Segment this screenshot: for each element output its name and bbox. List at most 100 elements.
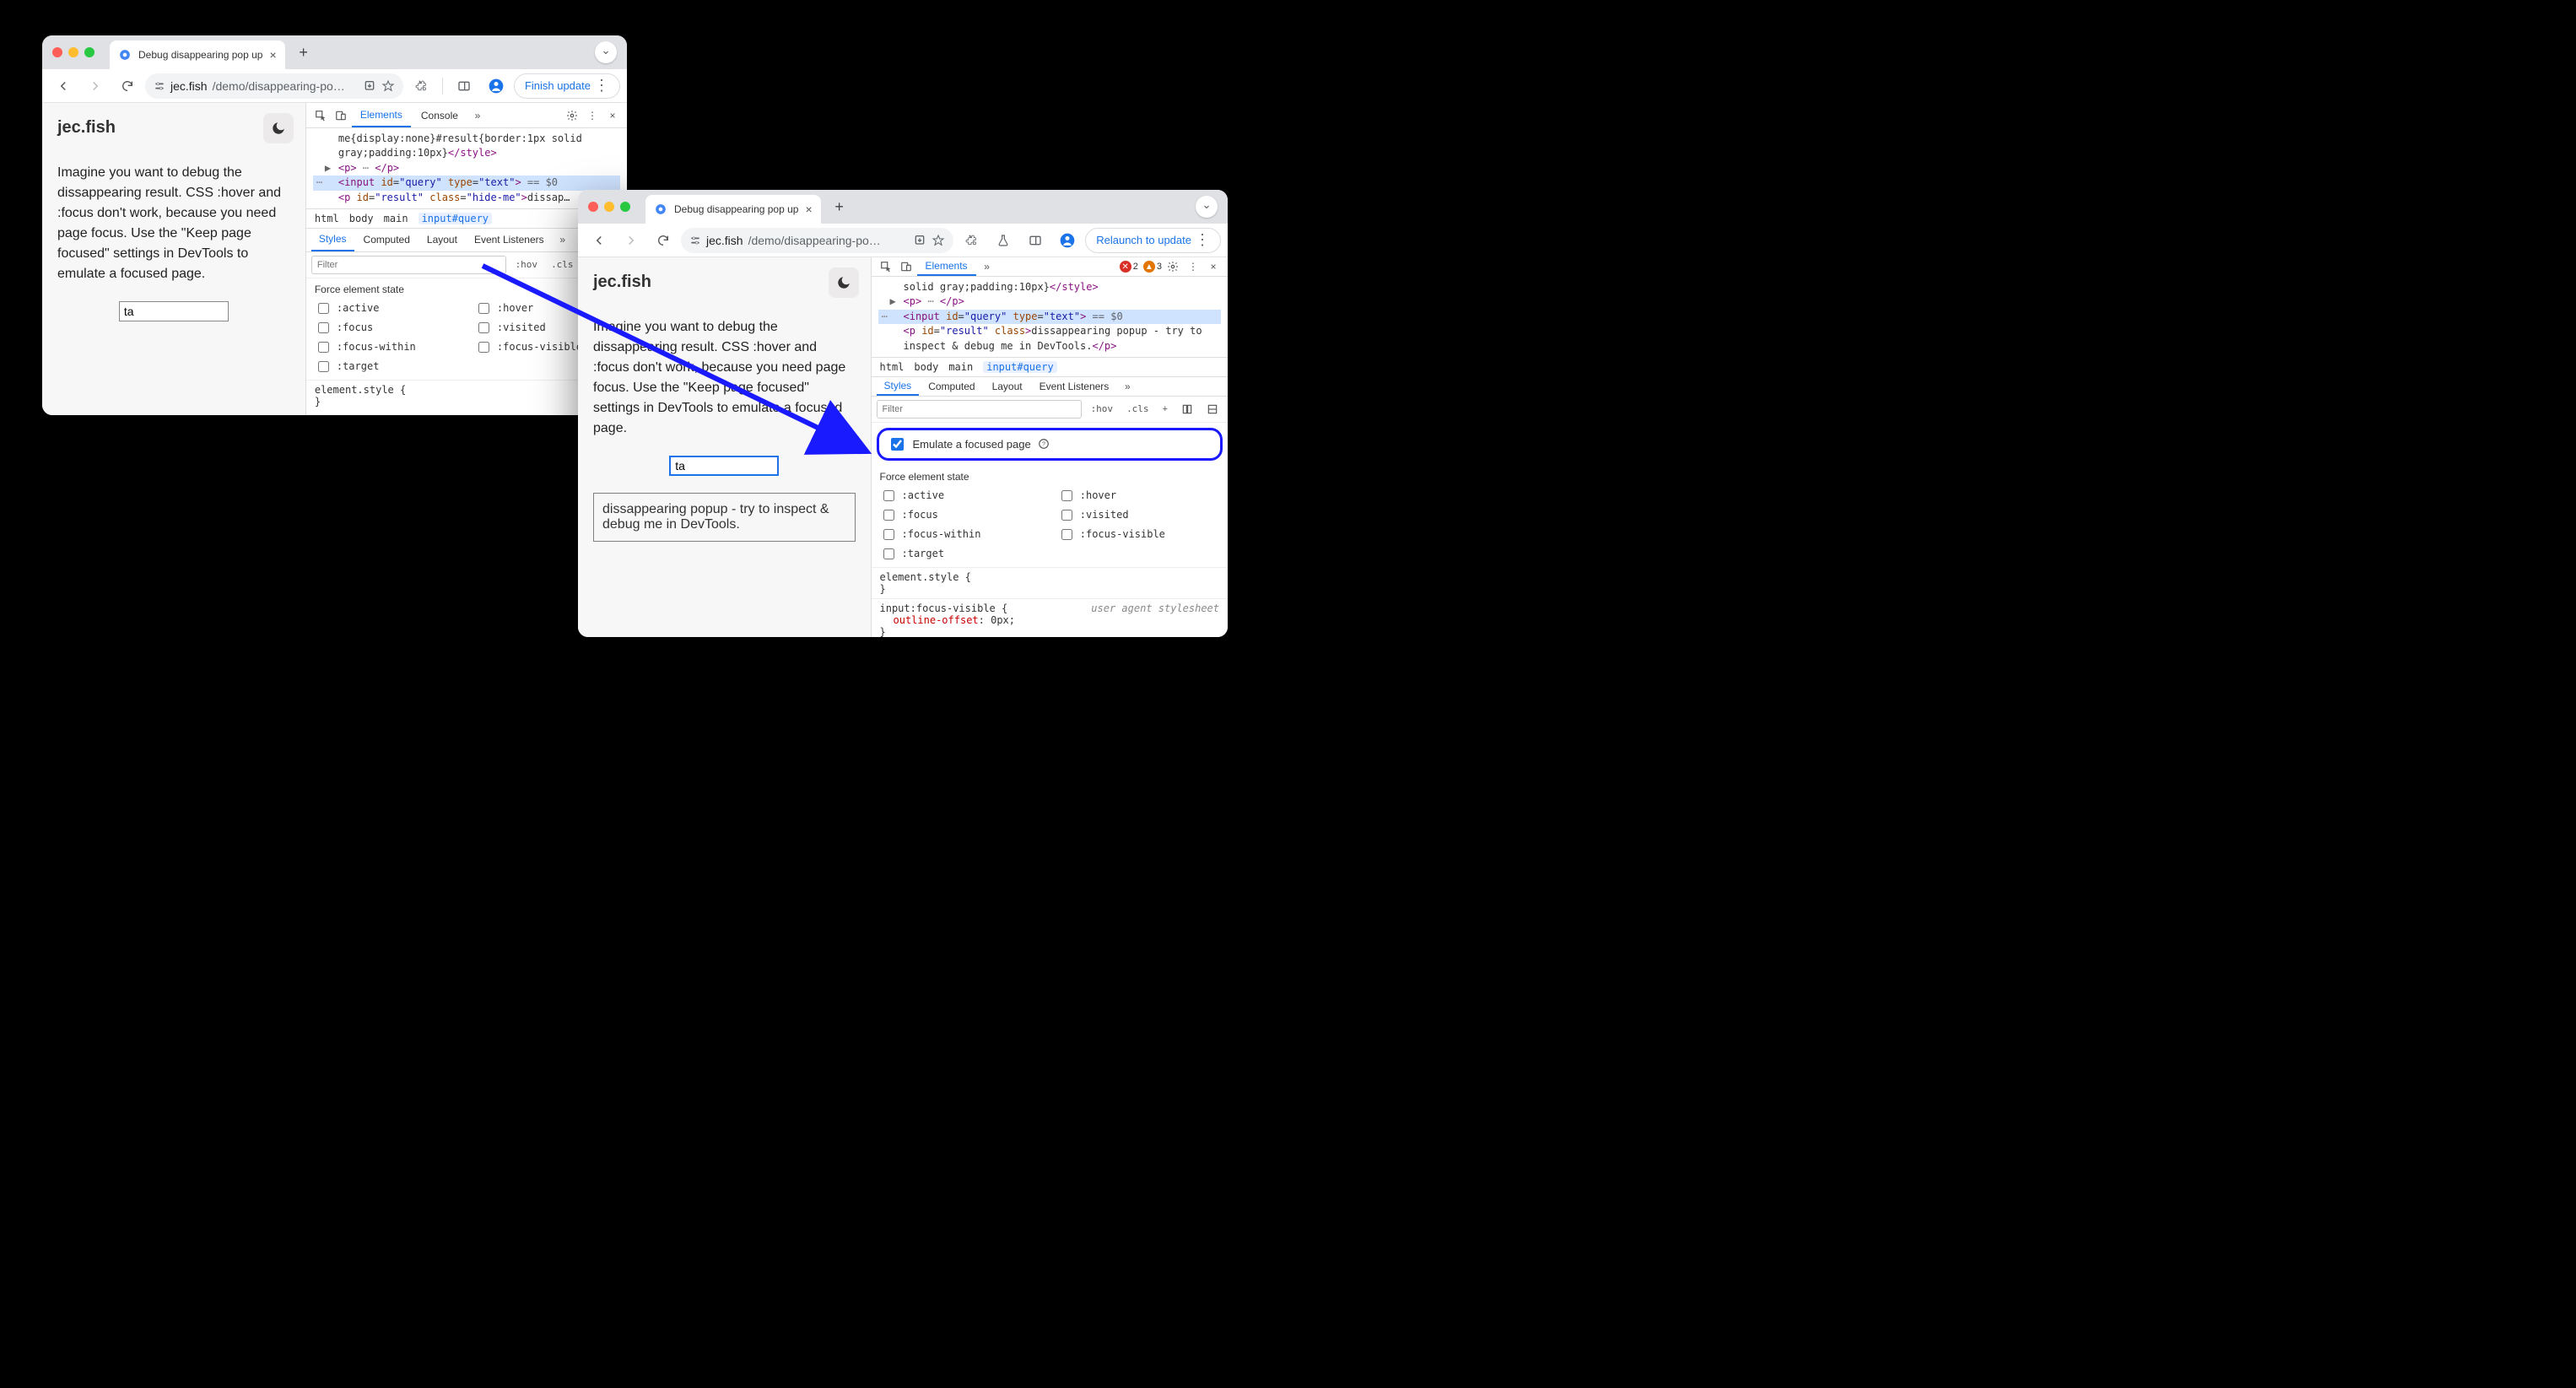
breadcrumb-item[interactable]: html xyxy=(880,361,905,373)
demo-query-input[interactable] xyxy=(669,456,779,476)
cls-button[interactable]: .cls xyxy=(547,257,578,272)
breadcrumb-item[interactable]: input#query xyxy=(983,361,1056,373)
force-state-item[interactable]: :focus-within xyxy=(315,339,458,355)
address-bar[interactable]: jec.fish/demo/disappearing-po… xyxy=(145,73,403,99)
eventlisteners-subtab[interactable]: Event Listeners xyxy=(1032,377,1117,396)
error-badge[interactable]: ✕2 xyxy=(1120,261,1138,273)
elements-tab[interactable]: Elements xyxy=(352,103,411,127)
maximize-window-icon[interactable] xyxy=(620,202,630,212)
maximize-window-icon[interactable] xyxy=(84,47,95,57)
styles-subtab[interactable]: Styles xyxy=(311,229,354,251)
breadcrumb-item[interactable]: html xyxy=(315,213,339,224)
new-tab-button[interactable]: + xyxy=(828,195,851,219)
browser-tab[interactable]: Debug disappearing pop up × xyxy=(110,41,285,69)
breadcrumb-item[interactable]: body xyxy=(349,213,374,224)
close-tab-icon[interactable]: × xyxy=(805,203,812,216)
sidepanel-icon[interactable] xyxy=(450,72,478,100)
settings-icon[interactable] xyxy=(1164,257,1182,276)
profile-icon[interactable] xyxy=(1053,226,1082,255)
device-toggle-icon[interactable] xyxy=(897,257,915,276)
hov-button[interactable]: :hov xyxy=(511,257,543,272)
computed-panel-icon[interactable] xyxy=(1177,402,1197,417)
sidepanel-icon[interactable] xyxy=(1021,226,1050,255)
reload-button[interactable] xyxy=(649,226,678,255)
more-tabs-icon[interactable]: » xyxy=(978,257,996,276)
force-state-item[interactable]: :active xyxy=(880,488,1041,504)
breadcrumb[interactable]: html body main input#query xyxy=(872,357,1229,377)
inspect-icon[interactable] xyxy=(877,257,895,276)
update-button[interactable]: Finish update ⋮ xyxy=(514,73,620,99)
force-state-item[interactable]: :focus-visible xyxy=(1058,527,1219,543)
extensions-icon[interactable] xyxy=(407,72,435,100)
address-bar[interactable]: jec.fish/demo/disappearing-po… xyxy=(681,228,953,253)
back-button[interactable] xyxy=(585,226,613,255)
bookmark-icon[interactable] xyxy=(932,234,945,247)
layout-subtab[interactable]: Layout xyxy=(985,377,1030,396)
more-subtabs-icon[interactable]: » xyxy=(554,230,572,249)
layout-subtab[interactable]: Layout xyxy=(419,229,465,251)
breadcrumb-item[interactable]: body xyxy=(914,361,938,373)
force-state-item[interactable]: :target xyxy=(315,359,458,375)
minimize-window-icon[interactable] xyxy=(68,47,78,57)
force-state-item[interactable]: :focus-within xyxy=(880,527,1041,543)
breadcrumb-item[interactable]: input#query xyxy=(419,213,492,224)
close-devtools-icon[interactable]: × xyxy=(603,106,622,125)
devtools-menu-icon[interactable]: ⋮ xyxy=(1184,257,1202,276)
bookmark-icon[interactable] xyxy=(381,79,395,93)
device-toggle-icon[interactable] xyxy=(332,106,350,125)
element-style-block[interactable]: element.style { } xyxy=(872,567,1229,598)
force-state-title: Force element state xyxy=(315,284,618,295)
cls-button[interactable]: .cls xyxy=(1122,402,1153,416)
minimize-window-icon[interactable] xyxy=(604,202,614,212)
inspect-icon[interactable] xyxy=(311,106,330,125)
hov-button[interactable]: :hov xyxy=(1087,402,1118,416)
close-window-icon[interactable] xyxy=(588,202,598,212)
install-icon[interactable] xyxy=(363,79,376,93)
eventlisteners-subtab[interactable]: Event Listeners xyxy=(467,229,552,251)
more-subtabs-icon[interactable]: » xyxy=(1118,377,1137,396)
demo-query-input[interactable] xyxy=(119,301,229,321)
darkmode-toggle[interactable] xyxy=(829,267,859,298)
tabs-dropdown-button[interactable] xyxy=(1196,196,1218,218)
computed-subtab[interactable]: Computed xyxy=(921,377,982,396)
new-style-button[interactable]: + xyxy=(1158,402,1172,416)
styles-filter-input[interactable] xyxy=(877,400,1082,419)
darkmode-toggle[interactable] xyxy=(263,113,294,143)
back-button[interactable] xyxy=(49,72,78,100)
warning-badge[interactable]: ▲3 xyxy=(1143,261,1162,273)
ua-style-block[interactable]: user agent stylesheet input:focus-visibl… xyxy=(872,598,1229,637)
force-state-item[interactable]: :active xyxy=(315,300,458,316)
close-window-icon[interactable] xyxy=(52,47,62,57)
extensions-icon[interactable] xyxy=(957,226,986,255)
computed-panel-icon2[interactable] xyxy=(1202,402,1223,417)
reload-button[interactable] xyxy=(113,72,142,100)
tabs-dropdown-button[interactable] xyxy=(595,41,617,63)
breadcrumb-item[interactable]: main xyxy=(948,361,973,373)
computed-subtab[interactable]: Computed xyxy=(356,229,418,251)
install-icon[interactable] xyxy=(913,234,926,247)
force-state-item[interactable]: :focus xyxy=(315,320,458,336)
breadcrumb-item[interactable]: main xyxy=(384,213,408,224)
update-button[interactable]: Relaunch to update ⋮ xyxy=(1085,228,1221,253)
elements-tab[interactable]: Elements xyxy=(917,257,976,276)
new-tab-button[interactable]: + xyxy=(292,41,316,64)
settings-icon[interactable] xyxy=(563,106,581,125)
force-state-item[interactable]: :hover xyxy=(1058,488,1219,504)
styles-subtab[interactable]: Styles xyxy=(877,377,920,396)
console-tab[interactable]: Console xyxy=(413,103,467,127)
emulate-focused-page-row[interactable]: Emulate a focused page ? xyxy=(877,428,1223,461)
devtools-menu-icon[interactable]: ⋮ xyxy=(583,106,602,125)
help-icon[interactable]: ? xyxy=(1038,438,1050,450)
profile-icon[interactable] xyxy=(482,72,510,100)
browser-tab[interactable]: Debug disappearing pop up × xyxy=(645,195,821,224)
close-devtools-icon[interactable]: × xyxy=(1204,257,1223,276)
more-tabs-icon[interactable]: » xyxy=(468,106,487,125)
styles-filter-input[interactable] xyxy=(311,256,506,274)
elements-tree[interactable]: solid gray;padding:10px}</style> ▶<p> ⋯ … xyxy=(872,277,1229,357)
force-state-item[interactable]: :target xyxy=(880,546,1041,562)
labs-icon[interactable] xyxy=(989,226,1018,255)
emulate-focused-checkbox[interactable] xyxy=(891,438,904,451)
force-state-item[interactable]: :visited xyxy=(1058,507,1219,523)
close-tab-icon[interactable]: × xyxy=(269,48,276,62)
force-state-item[interactable]: :focus xyxy=(880,507,1041,523)
